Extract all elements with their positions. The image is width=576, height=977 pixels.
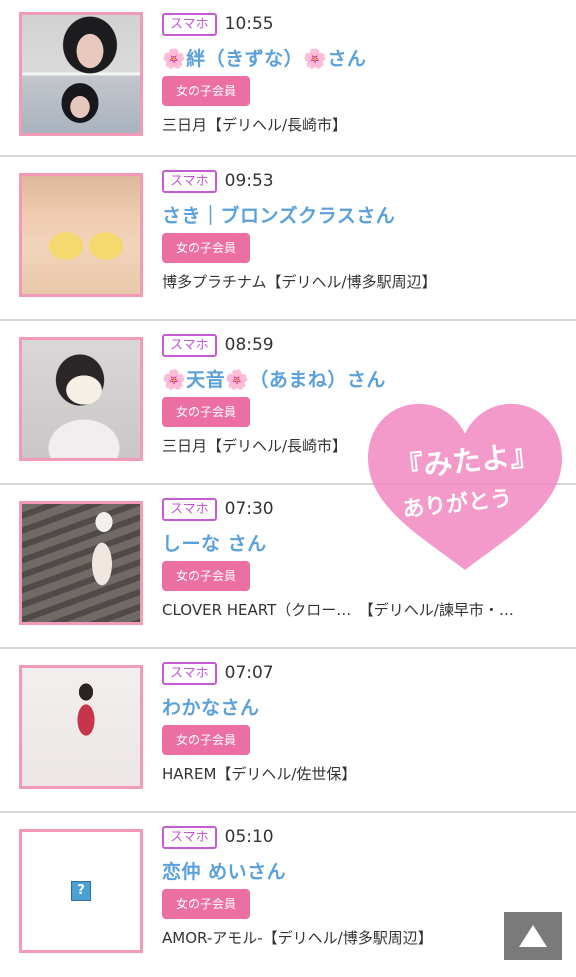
profile-thumbnail[interactable] <box>19 337 143 461</box>
girl-name-link[interactable]: 🌸絆（きずな）🌸さん <box>162 44 562 70</box>
mitayo-heart-stamp: 『みたよ』 ありがとう <box>364 398 566 578</box>
profile-thumbnail[interactable] <box>19 665 143 789</box>
entry-meta: スマホ 10:55 🌸絆（きずな）🌸さん 女の子会員 三日月【デリヘル/長崎市】 <box>162 12 562 135</box>
shop-name: AMOR-アモル-【デリヘル/博多駅周辺】 <box>162 929 433 947</box>
profile-thumbnail[interactable]: ? <box>19 829 143 953</box>
shop-name: 三日月【デリヘル/長崎市】 <box>162 116 348 134</box>
question-mark-icon: ? <box>71 881 91 901</box>
entry-meta: スマホ 07:07 わかなさん 女の子会員 HAREM【デリヘル/佐世保】 <box>162 661 562 784</box>
profile-thumbnail[interactable] <box>19 501 143 625</box>
member-badge: 女の子会員 <box>162 397 251 427</box>
triangle-up-icon <box>519 925 547 947</box>
profile-thumbnail[interactable] <box>19 12 143 136</box>
device-badge: スマホ <box>162 333 217 357</box>
shop-name: HAREM【デリヘル/佐世保】 <box>162 765 357 783</box>
member-badge: 女の子会員 <box>162 561 251 591</box>
device-badge: スマホ <box>162 497 217 521</box>
list-item[interactable]: ? スマホ 05:10 恋仲 めいさん 女の子会員 AMOR-アモル-【デリヘル… <box>0 813 576 977</box>
member-badge: 女の子会員 <box>162 889 251 919</box>
visit-time: 09:53 <box>224 171 274 191</box>
list-item[interactable]: スマホ 09:53 さき｜ブロンズクラスさん 女の子会員 博多プラチナム【デリヘ… <box>0 157 576 321</box>
member-badge: 女の子会員 <box>162 725 251 755</box>
shop-name: CLOVER HEART（クロー… 【デリヘル/諫早市・… <box>162 601 514 619</box>
profile-thumbnail[interactable] <box>19 173 143 297</box>
member-badge: 女の子会員 <box>162 233 251 263</box>
visit-time: 05:10 <box>224 827 274 847</box>
visit-time: 07:30 <box>224 499 274 519</box>
device-badge: スマホ <box>162 661 217 685</box>
girl-name-link[interactable]: さき｜ブロンズクラスさん <box>162 201 562 227</box>
scroll-to-top-button[interactable] <box>504 912 562 960</box>
shop-name: 博多プラチナム【デリヘル/博多駅周辺】 <box>162 273 437 291</box>
visit-time: 08:59 <box>224 335 274 355</box>
visit-time: 07:07 <box>224 663 274 683</box>
girl-name-link[interactable]: 🌸天音🌸（あまね）さん <box>162 365 562 391</box>
entry-meta: スマホ 05:10 恋仲 めいさん 女の子会員 AMOR-アモル-【デリヘル/博… <box>162 825 562 948</box>
visit-time: 10:55 <box>224 14 274 34</box>
device-badge: スマホ <box>162 169 217 193</box>
girl-name-link[interactable]: わかなさん <box>162 693 562 719</box>
list-item[interactable]: スマホ 10:55 🌸絆（きずな）🌸さん 女の子会員 三日月【デリヘル/長崎市】 <box>0 0 576 157</box>
list-item[interactable]: スマホ 07:07 わかなさん 女の子会員 HAREM【デリヘル/佐世保】 <box>0 649 576 813</box>
device-badge: スマホ <box>162 825 217 849</box>
girl-name-link[interactable]: 恋仲 めいさん <box>162 857 562 883</box>
member-badge: 女の子会員 <box>162 76 251 106</box>
device-badge: スマホ <box>162 12 217 36</box>
entry-meta: スマホ 09:53 さき｜ブロンズクラスさん 女の子会員 博多プラチナム【デリヘ… <box>162 169 562 292</box>
